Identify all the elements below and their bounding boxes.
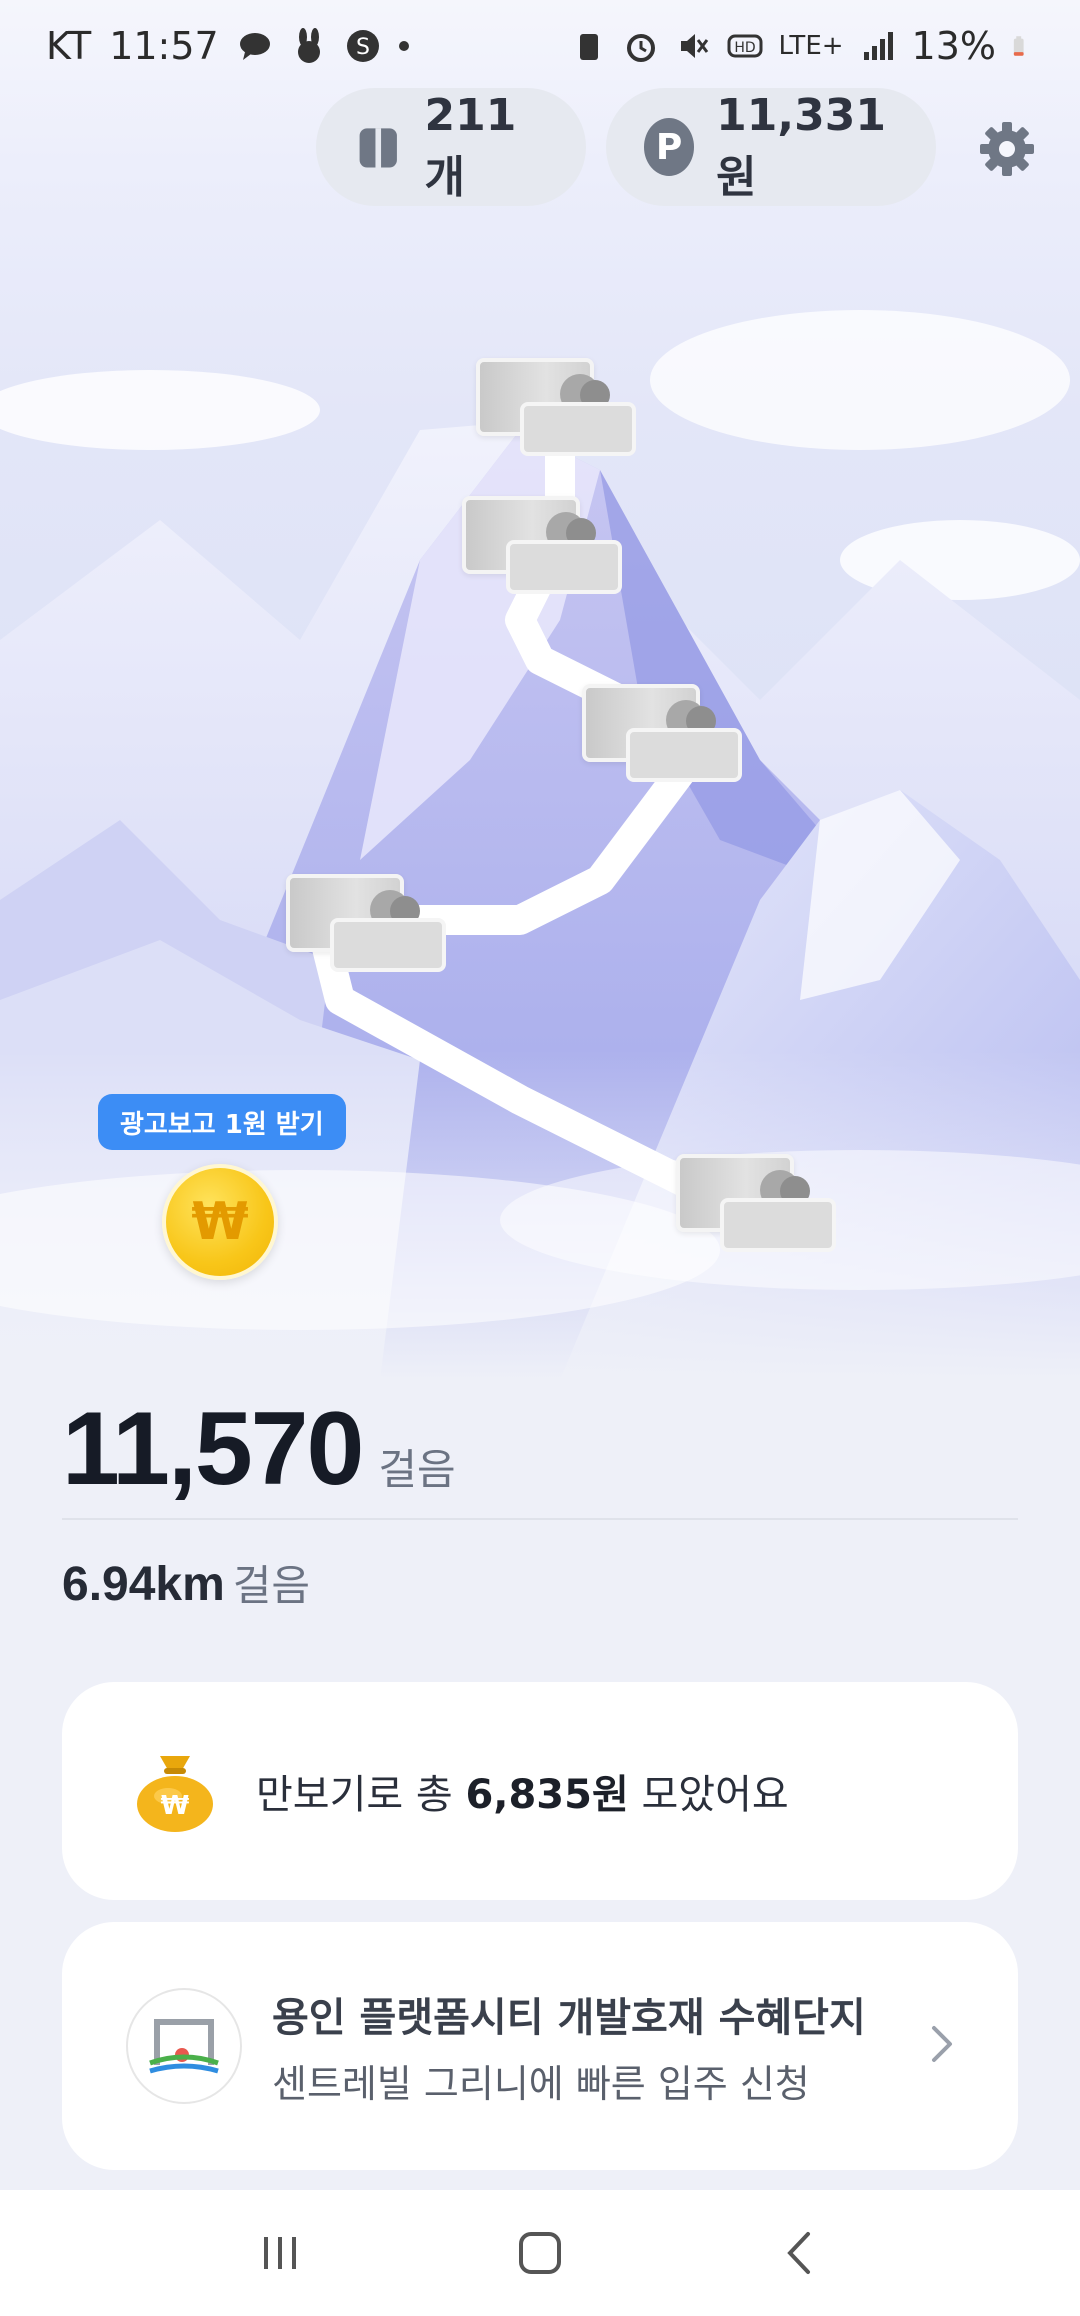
home-icon (519, 2232, 561, 2274)
distance-value: 6.94km (62, 1558, 225, 1611)
distance-unit: 걸음 (232, 1561, 311, 1610)
clock: 11:57 (109, 24, 219, 68)
route-stop[interactable] (676, 1154, 836, 1254)
carrier-label: KT (46, 24, 92, 68)
step-count: 11,570 걸음 (62, 1390, 456, 1509)
ad-subtitle: 센트레빌 그리니에 빠른 입주 신청 (272, 2061, 810, 2106)
advertiser-logo (126, 1988, 242, 2104)
route-stop[interactable] (582, 684, 742, 784)
points-balance[interactable]: P 11,331원 (606, 88, 936, 206)
mountain-map: 광고보고 1원 받기 ₩ (0, 0, 1080, 1380)
savings-prefix: 만보기로 총 (256, 1772, 466, 1818)
divider (62, 1518, 1018, 1520)
step-count-value: 11,570 (62, 1391, 364, 1507)
gift-icon (359, 128, 397, 168)
distance: 6.94km 걸음 (62, 1552, 310, 1613)
battery-percent: 13% (911, 24, 996, 68)
step-count-unit: 걸음 (378, 1445, 456, 1494)
money-bag-icon: ₩ (137, 1756, 213, 1832)
savings-suffix: 모았어요 (628, 1772, 789, 1818)
route-stop[interactable] (286, 874, 446, 974)
building-logo-icon (149, 2019, 219, 2074)
chevron-right-icon[interactable] (928, 2022, 956, 2066)
talk-bubble-icon (239, 33, 270, 60)
savings-message: 만보기로 총 6,835원 모았어요 (256, 1762, 789, 1820)
mountain-illustration (0, 310, 1080, 1380)
route-stop[interactable] (476, 358, 636, 458)
route-stop[interactable] (462, 496, 622, 596)
points-amount: 11,331원 (716, 89, 886, 203)
won-coin-icon[interactable]: ₩ (162, 1164, 278, 1280)
battery-saver-icon (579, 34, 598, 60)
recent-apps-icon (264, 2237, 296, 2269)
back-button[interactable] (760, 2213, 840, 2293)
svg-text:S: S (356, 35, 370, 60)
status-bar: KT 11:57 S HD LTE+ 13% (0, 0, 1080, 92)
savings-card[interactable]: ₩ 만보기로 총 6,835원 모았어요 (62, 1682, 1018, 1900)
signal-icon (863, 32, 893, 60)
settings-gear-icon[interactable] (976, 118, 1038, 180)
more-notifications-dot (398, 41, 409, 51)
rabbit-icon (297, 28, 320, 63)
mute-icon (680, 34, 708, 58)
point-icon: P (644, 118, 695, 176)
s-app-icon: S (346, 30, 379, 62)
gift-box-counter[interactable]: 211개 (316, 88, 586, 206)
back-arrow-icon (787, 2232, 810, 2274)
savings-amount: 6,835원 (465, 1772, 629, 1818)
network-type: LTE+ (778, 31, 844, 61)
system-navigation-bar (0, 2190, 1080, 2316)
hd-voice-icon: HD (727, 34, 763, 58)
recent-apps-button[interactable] (240, 2213, 320, 2293)
home-button[interactable] (500, 2213, 580, 2293)
ad-title: 용인 플랫폼시티 개발호재 수혜단지 (272, 1994, 866, 2041)
watch-ad-reward-button[interactable]: 광고보고 1원 받기 (98, 1094, 346, 1150)
alarm-icon (626, 34, 655, 62)
ad-banner-card[interactable]: 용인 플랫폼시티 개발호재 수혜단지 센트레빌 그리니에 빠른 입주 신청 (62, 1922, 1018, 2170)
battery-icon (1013, 36, 1024, 56)
gift-count: 211개 (424, 89, 517, 203)
svg-text:HD: HD (734, 40, 755, 56)
svg-text:₩: ₩ (161, 1791, 190, 1821)
